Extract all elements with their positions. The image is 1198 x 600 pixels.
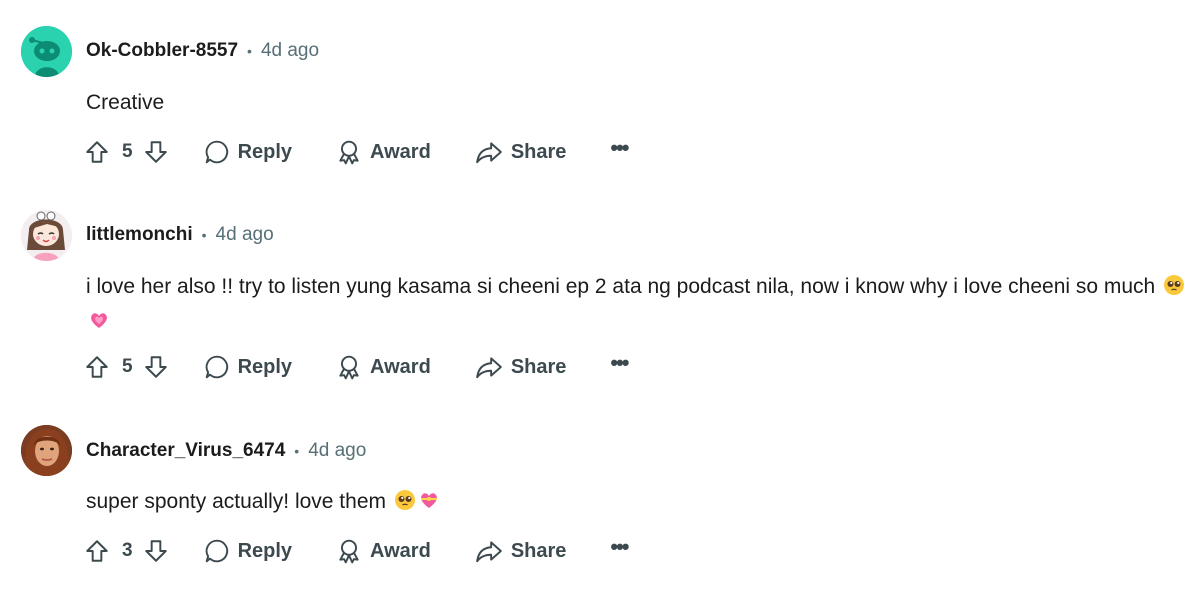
award-icon — [339, 355, 359, 380]
snoo-default-avatar-icon — [21, 26, 72, 77]
photo-avatar-icon — [21, 425, 72, 476]
share-icon — [475, 142, 502, 164]
award-button[interactable]: Award — [336, 538, 431, 564]
award-label: Award — [370, 355, 431, 378]
comment-meta: Character_Virus_6474 • 4d ago — [86, 440, 366, 462]
more-options-button[interactable]: ••• — [610, 352, 629, 374]
username[interactable]: Ok-Cobbler-8557 — [86, 40, 238, 62]
vote-group: 3 — [83, 537, 170, 565]
downvote-button[interactable] — [142, 537, 170, 565]
timestamp[interactable]: 4d ago — [216, 224, 274, 246]
downvote-icon — [144, 356, 167, 378]
timestamp[interactable]: 4d ago — [261, 40, 319, 62]
comment-actions: 5 Reply Award Share ••• — [83, 134, 630, 170]
pleading-face-emoji — [394, 489, 416, 521]
growing-heart-emoji — [88, 309, 110, 341]
avatar[interactable] — [21, 210, 72, 261]
share-label: Share — [510, 355, 567, 378]
upvote-button[interactable] — [83, 537, 111, 565]
downvote-icon — [144, 141, 167, 163]
pleading-face-emoji — [1163, 274, 1185, 306]
heart-with-ribbon-emoji — [418, 489, 440, 521]
avatar[interactable] — [21, 26, 72, 77]
award-icon — [339, 539, 359, 564]
meta-separator: • — [247, 43, 252, 59]
share-label: Share — [510, 539, 567, 562]
vote-group: 5 — [83, 353, 170, 381]
share-button[interactable]: Share — [475, 139, 567, 165]
upvote-icon — [86, 356, 108, 378]
timestamp[interactable]: 4d ago — [308, 440, 366, 462]
share-icon — [475, 357, 502, 379]
downvote-button[interactable] — [142, 138, 170, 166]
more-options-button[interactable]: ••• — [610, 137, 629, 159]
reply-button[interactable]: Reply — [204, 538, 292, 564]
share-icon — [475, 541, 502, 563]
comment-bubble-icon — [205, 355, 228, 379]
share-button[interactable]: Share — [475, 354, 567, 380]
drawn-girl-avatar-icon — [21, 210, 72, 261]
upvote-button[interactable] — [83, 353, 111, 381]
meta-separator: • — [294, 443, 300, 459]
comment-body: super sponty actually! love them — [86, 486, 1186, 521]
upvote-button[interactable] — [83, 138, 111, 166]
reply-label: Reply — [237, 355, 293, 378]
award-label: Award — [370, 140, 431, 163]
comment-text: i love her also !! try to listen yung ka… — [86, 275, 1156, 298]
reply-button[interactable]: Reply — [204, 354, 292, 380]
meta-separator: • — [201, 227, 207, 243]
vote-score: 5 — [122, 356, 133, 377]
username[interactable]: Character_Virus_6474 — [86, 440, 285, 462]
award-button[interactable]: Award — [336, 139, 431, 165]
comment-actions: 5 Reply Award Share ••• — [83, 349, 630, 385]
comment-text: Creative — [86, 91, 165, 114]
award-label: Award — [370, 539, 431, 562]
award-button[interactable]: Award — [336, 354, 431, 380]
award-icon — [339, 140, 359, 165]
comment-meta: Ok-Cobbler-8557 • 4d ago — [86, 40, 319, 62]
username[interactable]: littlemonchi — [86, 224, 193, 246]
comment-text: super sponty actually! love them — [86, 490, 386, 513]
upvote-icon — [86, 540, 108, 562]
upvote-icon — [86, 141, 108, 163]
reply-label: Reply — [237, 539, 293, 562]
comment-meta: littlemonchi • 4d ago — [86, 224, 274, 246]
downvote-button[interactable] — [142, 353, 170, 381]
vote-group: 5 — [83, 138, 170, 166]
downvote-icon — [144, 540, 167, 562]
comment-bubble-icon — [205, 539, 228, 563]
comment-bubble-icon — [205, 140, 228, 164]
comment-actions: 3 Reply Award Share ••• — [83, 533, 630, 569]
reply-button[interactable]: Reply — [204, 139, 292, 165]
reply-label: Reply — [237, 140, 293, 163]
avatar[interactable] — [21, 425, 72, 476]
comment-body: Creative — [86, 87, 1186, 119]
share-button[interactable]: Share — [475, 538, 567, 564]
comment-body: i love her also !! try to listen yung ka… — [86, 271, 1186, 341]
vote-score: 3 — [122, 540, 133, 561]
more-options-button[interactable]: ••• — [610, 536, 629, 558]
share-label: Share — [510, 140, 567, 163]
vote-score: 5 — [122, 141, 133, 162]
